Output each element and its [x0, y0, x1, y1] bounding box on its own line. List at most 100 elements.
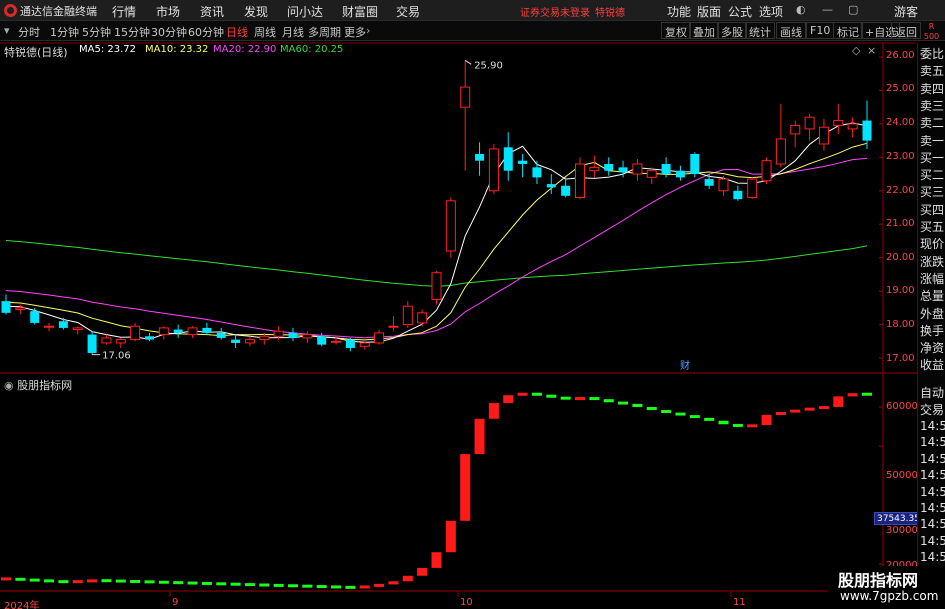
candle-body-up: [646, 170, 657, 178]
watermark: 股朋指标网 www.7gpzb.com: [828, 566, 945, 609]
side-quote-label[interactable]: 卖五: [920, 62, 944, 79]
finance-event-marker: 财: [680, 359, 690, 372]
indicator-bar-up: [402, 575, 413, 582]
candle-body-down: [690, 153, 700, 175]
indicator-bar-down: [216, 582, 227, 586]
indicator-bar-up: [417, 567, 428, 576]
indicator-bar-up: [359, 585, 370, 589]
price-tick: 19.00: [886, 285, 915, 296]
diamond-icon[interactable]: ◇: [852, 44, 860, 57]
side-time-label: 14:56: [920, 517, 945, 532]
side-quote-label[interactable]: 买三: [920, 183, 944, 200]
side-quote-label[interactable]: 涨跌: [920, 253, 944, 270]
indicator-bar-down: [273, 583, 284, 587]
indicator-bar-up: [775, 411, 786, 415]
indicator-bar-down: [531, 392, 542, 396]
candle-body-up: [460, 86, 471, 108]
candle-body-up: [431, 272, 442, 300]
indicator-tick: 50000: [886, 470, 918, 481]
side-quote-label[interactable]: 卖四: [920, 80, 944, 97]
candle-body-down: [675, 170, 685, 178]
indicator-name: 股朋指标网: [17, 379, 73, 392]
side-quote-label[interactable]: 买二: [920, 166, 944, 183]
side-quote-label[interactable]: 外盘: [920, 305, 944, 322]
candle-body-down: [288, 332, 298, 338]
chart-stock-label: 特锐德(日线): [4, 46, 68, 59]
candle-body-down: [532, 167, 542, 178]
candle-body-up: [302, 334, 313, 339]
indicator-bar-down: [646, 407, 657, 411]
indicator-bar-down: [101, 579, 112, 583]
side-quote-label[interactable]: 涨幅: [920, 270, 944, 287]
side-quote-label[interactable]: 换手: [920, 322, 944, 339]
candle-body-down: [317, 336, 327, 345]
indicator-bar-up: [488, 403, 499, 419]
candle-body-up: [101, 337, 112, 344]
indicator-bar-up: [374, 583, 385, 587]
candle-body-down: [618, 167, 628, 173]
indicator-bar-up: [804, 407, 815, 411]
candle-body-down: [231, 339, 241, 343]
indicator-bar-down: [632, 403, 643, 407]
indicator-bar-down: [603, 399, 614, 403]
indicator-bar-down: [618, 401, 629, 405]
side-quote-label[interactable]: 收益: [920, 356, 944, 373]
indicator-label: ◉ 股朋指标网: [4, 377, 72, 393]
side-quote-label[interactable]: 卖三: [920, 97, 944, 114]
time-tick-nov: 11: [733, 597, 746, 608]
indicator-bar-up: [517, 392, 528, 396]
side-quote-label[interactable]: 委比: [920, 45, 944, 62]
side-trade-label[interactable]: 自动: [920, 384, 944, 401]
indicator-bar-down: [144, 580, 155, 584]
price-tick: 18.00: [886, 319, 915, 330]
close-icon[interactable]: ×: [867, 44, 876, 57]
side-quote-label[interactable]: 现价: [920, 235, 944, 252]
indicator-bar-up: [72, 580, 83, 584]
candle-body-up: [244, 339, 255, 344]
price-tick: 22.00: [886, 185, 915, 196]
indicator-bar-down: [732, 423, 743, 427]
candle-body-up: [761, 160, 772, 182]
indicator-bar-down: [589, 397, 600, 401]
candle-body-up: [589, 166, 600, 172]
side-quote-label[interactable]: 净资: [920, 339, 944, 356]
candle-body-up: [402, 305, 413, 326]
candle-body-down: [345, 339, 355, 348]
side-quote-label[interactable]: 总量: [920, 287, 944, 304]
candle-body-down: [87, 334, 97, 353]
candle-body-up: [130, 325, 141, 341]
side-trade-label[interactable]: 交易: [920, 401, 944, 418]
indicator-bar-down: [675, 412, 686, 416]
candle-body-up: [115, 339, 126, 344]
indicator-bar-up: [503, 395, 514, 404]
side-quote-label[interactable]: 买五: [920, 218, 944, 235]
indicator-bar-up: [445, 520, 456, 553]
indicator-tick: 60000: [886, 401, 918, 412]
price-tick: 20.00: [886, 252, 915, 263]
indicator-bar-down: [230, 582, 241, 586]
side-quote-label[interactable]: 卖二: [920, 114, 944, 131]
indicator-toggle-icon[interactable]: ◉: [4, 379, 14, 392]
side-quote-label[interactable]: 买一: [920, 149, 944, 166]
candle-body-up: [187, 327, 198, 336]
candle-body-up: [775, 138, 786, 165]
candle-body-up: [374, 332, 385, 344]
indicator-bar-down: [718, 420, 729, 425]
candle-body-up: [331, 340, 342, 343]
price-tick: 25.00: [886, 83, 915, 94]
candle-body-down: [862, 120, 872, 141]
high-pointer: [464, 59, 472, 65]
candle-body-down: [216, 332, 226, 338]
indicator-bar-down: [661, 410, 672, 414]
candle-body-up: [818, 126, 829, 145]
indicator-bar-down: [546, 394, 557, 398]
candle-body-down: [58, 321, 68, 328]
side-quote-label[interactable]: 买四: [920, 201, 944, 218]
side-time-label: 14:56: [920, 550, 945, 565]
indicator-value-box: 37543.35: [874, 512, 918, 525]
side-quote-label[interactable]: 卖一: [920, 132, 944, 149]
price-tick: 17.00: [886, 353, 915, 364]
time-tick-oct: 10: [460, 597, 473, 608]
indicator-bar-down: [58, 580, 69, 584]
kline-chart[interactable]: 25.90 17.06 财: [0, 0, 917, 609]
